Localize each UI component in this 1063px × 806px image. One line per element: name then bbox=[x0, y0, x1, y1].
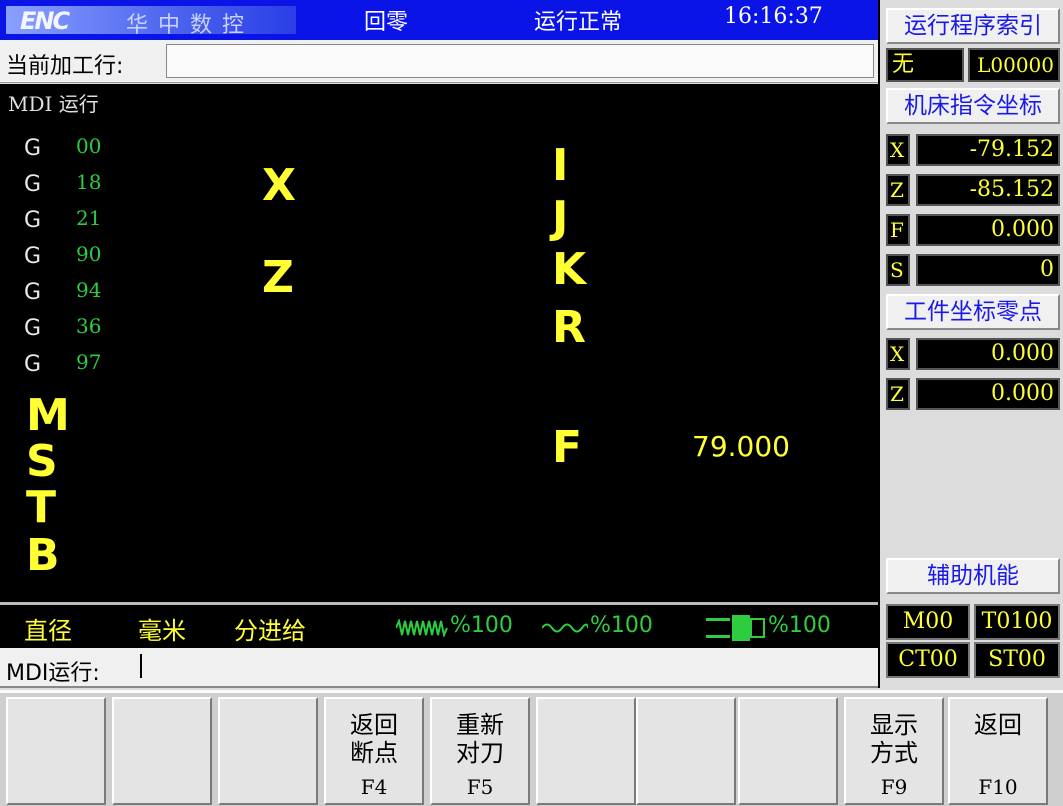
gcode-value: 90 bbox=[76, 242, 102, 266]
aux-t-code: T0100 bbox=[974, 604, 1060, 640]
feed-value: 79.000 bbox=[692, 430, 790, 463]
param-i-label: I bbox=[552, 140, 569, 191]
work-x-key: X bbox=[886, 338, 910, 370]
mdi-input-bar: MDI运行: bbox=[0, 648, 878, 688]
fkey-1[interactable] bbox=[6, 697, 106, 805]
retool-setting-button[interactable]: 重新 对刀 F5 bbox=[430, 697, 530, 805]
axis-z-label: Z bbox=[262, 252, 294, 303]
fkey-label: 显示 方式 bbox=[870, 711, 918, 767]
aux-st-code: ST00 bbox=[974, 642, 1060, 678]
gcode-value: 21 bbox=[76, 206, 102, 230]
rapid-override-value: %100 bbox=[590, 613, 653, 638]
feed-override-icon bbox=[396, 619, 448, 637]
machine-s-value: 0 bbox=[916, 254, 1060, 286]
fkey-code: F4 bbox=[360, 775, 388, 799]
current-line-label: 当前加工行: bbox=[6, 54, 124, 79]
program-name-box: 无 bbox=[886, 48, 964, 82]
program-line-box: L00000 bbox=[968, 48, 1060, 82]
machine-coord-title: 机床指令坐标 bbox=[886, 88, 1060, 124]
spindle-override-icon bbox=[706, 615, 765, 641]
title-bar: ENC 华中数控 回零 运行正常 16:16:37 bbox=[0, 0, 878, 40]
feed-label: F bbox=[552, 422, 583, 473]
fkey-2[interactable] bbox=[112, 697, 212, 805]
gcode-value: 18 bbox=[76, 170, 102, 194]
fkey-3[interactable] bbox=[218, 697, 318, 805]
gcode-value: 97 bbox=[76, 350, 102, 374]
param-j-label: J bbox=[552, 192, 569, 243]
gcode-value: 36 bbox=[76, 314, 102, 338]
gcode-letter: G bbox=[24, 316, 42, 341]
t-code-label: T bbox=[26, 482, 57, 533]
feed-override-value: %100 bbox=[450, 613, 513, 638]
gcode-letter: G bbox=[24, 352, 42, 377]
gcode-value: 94 bbox=[76, 278, 102, 302]
machine-f-value: 0.000 bbox=[916, 214, 1060, 246]
machine-f-key: F bbox=[886, 214, 910, 246]
mode-indicator: 回零 bbox=[364, 10, 409, 35]
feed-mode: 分进给 bbox=[234, 617, 306, 645]
fkey-label: 返回 断点 bbox=[350, 711, 398, 767]
work-z-value: 0.000 bbox=[916, 378, 1060, 410]
gcode-letter: G bbox=[24, 208, 42, 233]
program-name: 无 bbox=[892, 52, 915, 77]
gcode-letter: G bbox=[24, 172, 42, 197]
gcode-letter: G bbox=[24, 280, 42, 305]
machine-x-value: -79.152 bbox=[916, 134, 1060, 166]
gcode-letter: G bbox=[24, 244, 42, 269]
logo-text: 华中数控 bbox=[126, 13, 255, 38]
param-k-label: K bbox=[552, 244, 587, 295]
right-panel: 运行程序索引 无 L00000 机床指令坐标 X -79.152 Z -85.1… bbox=[878, 0, 1063, 688]
b-code-label: B bbox=[26, 530, 60, 581]
fkey-8[interactable] bbox=[738, 697, 838, 805]
mdi-input-label: MDI运行: bbox=[6, 661, 100, 686]
current-line-display bbox=[166, 44, 874, 78]
fkey-code: F9 bbox=[880, 775, 908, 799]
gcode-value: 00 bbox=[76, 134, 102, 158]
machine-z-key: Z bbox=[886, 174, 910, 206]
run-status: 运行正常 bbox=[534, 10, 623, 35]
program-index-title: 运行程序索引 bbox=[886, 8, 1060, 44]
return-breakpoint-button[interactable]: 返回 断点 F4 bbox=[324, 697, 424, 805]
unit-mode: 毫米 bbox=[138, 617, 186, 645]
clock: 16:16:37 bbox=[724, 4, 823, 29]
work-x-value: 0.000 bbox=[916, 338, 1060, 370]
param-r-label: R bbox=[552, 302, 586, 353]
m-code-label: M bbox=[26, 390, 70, 441]
work-z-key: Z bbox=[886, 378, 910, 410]
fkey-6[interactable] bbox=[536, 697, 636, 805]
mode-title: MDI 运行 bbox=[8, 92, 99, 116]
aux-ct-code: CT00 bbox=[886, 642, 970, 678]
machine-s-key: S bbox=[886, 254, 910, 286]
spindle-override-value: %100 bbox=[768, 613, 831, 638]
brand-logo: ENC 华中数控 bbox=[6, 6, 296, 38]
text-cursor bbox=[140, 654, 142, 678]
machine-z-value: -85.152 bbox=[916, 174, 1060, 206]
status-bar: 直径 毫米 分进给 %100 %100 %100 bbox=[0, 602, 878, 648]
logo-mark: ENC bbox=[20, 7, 70, 35]
gcode-letter: G bbox=[24, 136, 42, 161]
rapid-override-icon bbox=[542, 623, 588, 633]
fkey-label: 重新 对刀 bbox=[456, 711, 504, 767]
aux-function-title: 辅助机能 bbox=[886, 558, 1060, 594]
diameter-mode: 直径 bbox=[24, 617, 72, 645]
fkey-code: F10 bbox=[978, 775, 1018, 799]
machine-x-key: X bbox=[886, 134, 910, 166]
return-button[interactable]: 返回 F10 bbox=[948, 697, 1048, 805]
fkey-code: F5 bbox=[466, 775, 494, 799]
current-line-bar: 当前加工行: bbox=[0, 40, 878, 83]
program-line: L00000 bbox=[977, 53, 1054, 77]
fkey-7[interactable] bbox=[636, 697, 736, 805]
axis-x-label: X bbox=[262, 160, 296, 211]
mdi-input-field[interactable] bbox=[136, 652, 872, 682]
display-mode-button[interactable]: 显示 方式 F9 bbox=[844, 697, 944, 805]
function-key-bar: 返回 断点 F4 重新 对刀 F5 显示 方式 F9 返回 F10 bbox=[0, 690, 1063, 806]
work-zero-title: 工件坐标零点 bbox=[886, 294, 1060, 330]
s-code-label: S bbox=[26, 436, 58, 487]
aux-m-code: M00 bbox=[886, 604, 970, 640]
fkey-label: 返回 bbox=[974, 711, 1022, 739]
main-display: MDI 运行 G 00 G 18 G 21 G 90 G 94 G 36 G 9… bbox=[0, 84, 878, 602]
